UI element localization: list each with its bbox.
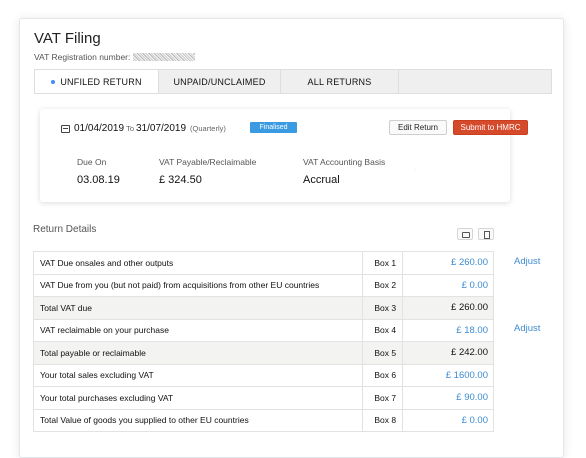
period-end: 31/07/2019 (135, 123, 187, 134)
table-row: VAT Due from you (but not paid) from acq… (32, 273, 494, 297)
due-on-value: 03.08.19 (77, 174, 120, 186)
table-row-total: Total payable or reclaimable Box 5 £ 242… (32, 341, 494, 365)
tab-unfiled-return[interactable]: UNFILED RETURN (35, 70, 159, 93)
row-description: VAT Due onsales and other outputs (32, 251, 364, 275)
accounting-basis-value: Accrual (303, 174, 340, 186)
page-title: VAT Filing (34, 30, 101, 47)
row-amount: £ 260.00 (402, 296, 494, 320)
row-description: VAT reclaimable on your purchase (32, 318, 364, 342)
row-box: Box 8 (362, 408, 404, 432)
tab-all-returns[interactable]: ALL RETURNS (281, 70, 399, 93)
period-to-label: To (126, 124, 134, 133)
table-row: Total Value of goods you supplied to oth… (32, 408, 494, 432)
row-box: Box 4 (362, 318, 404, 342)
vat-payable-value: £ 324.50 (159, 174, 202, 186)
return-period: 01/04/2019 To 31/07/2019 (Quarterly) (74, 123, 226, 134)
row-amount-link[interactable]: £ 1600.00 (402, 363, 494, 387)
row-box: Box 2 (362, 273, 404, 297)
row-box: Box 7 (362, 386, 404, 410)
row-box: Box 6 (362, 363, 404, 387)
table-row-total: Total VAT due Box 3 £ 260.00 (32, 296, 494, 320)
period-type: (Quarterly) (190, 124, 226, 133)
redacted-registration-value (133, 53, 196, 61)
table-row: Your total sales excluding VAT Box 6 £ 1… (32, 363, 494, 387)
calendar-icon (61, 125, 70, 133)
adjust-link-box4[interactable]: Adjust (514, 323, 540, 334)
row-description: VAT Due from you (but not paid) from acq… (32, 273, 364, 297)
vat-registration-number: VAT Registration number: (34, 52, 196, 62)
tab-label: UNFILED RETURN (60, 76, 142, 87)
accounting-basis-label: VAT Accounting Basis (303, 157, 386, 167)
vat-payable-label: VAT Payable/Reclaimable (159, 157, 257, 167)
row-box: Box 5 (362, 341, 404, 365)
registration-label: VAT Registration number: (34, 52, 131, 62)
return-summary-card: 01/04/2019 To 31/07/2019 (Quarterly) Finali… (40, 109, 528, 202)
adjust-link-box1[interactable]: Adjust (514, 256, 540, 267)
table-row: VAT Due onsales and other outputs Box 1 … (32, 251, 494, 275)
tab-label: ALL RETURNS (307, 76, 372, 87)
table-row: VAT reclaimable on your purchase Box 4 £… (32, 318, 494, 342)
status-badge: Finalised (250, 122, 297, 133)
faint-mark: · (414, 167, 416, 173)
row-amount-link[interactable]: £ 260.00 (402, 251, 494, 275)
edit-return-button[interactable]: Edit Return (389, 120, 447, 135)
row-amount-link[interactable]: £ 0.00 (402, 273, 494, 297)
active-dot-icon (51, 79, 56, 84)
return-tabs: UNFILED RETURN UNPAID/UNCLAIMED ALL RETU… (34, 69, 552, 94)
print-icon[interactable] (457, 228, 473, 240)
row-description: Total payable or reclaimable (32, 341, 364, 365)
due-on-label: Due On (77, 157, 107, 167)
pdf-icon[interactable] (478, 228, 494, 240)
row-amount-link[interactable]: £ 0.00 (402, 408, 494, 432)
period-start: 01/04/2019 (74, 123, 125, 134)
row-amount-link[interactable]: £ 90.00 (402, 386, 494, 410)
row-box: Box 1 (362, 251, 404, 275)
vat-filing-panel: VAT Filing VAT Registration number: UNFI… (19, 18, 564, 458)
return-details-table: VAT Due onsales and other outputs Box 1 … (32, 251, 494, 432)
row-amount-link[interactable]: £ 18.00 (402, 318, 494, 342)
submit-to-hmrc-button[interactable]: Submit to HMRC (453, 120, 528, 135)
tab-unpaid-unclaimed[interactable]: UNPAID/UNCLAIMED (159, 70, 281, 93)
row-description: Your total purchases excluding VAT (32, 386, 364, 410)
row-description: Total VAT due (32, 296, 364, 320)
table-row: Your total purchases excluding VAT Box 7… (32, 386, 494, 410)
row-amount: £ 242.00 (402, 341, 494, 365)
row-description: Total Value of goods you supplied to oth… (32, 408, 364, 432)
return-details-title: Return Details (33, 224, 97, 235)
tab-label: UNPAID/UNCLAIMED (173, 76, 266, 87)
row-box: Box 3 (362, 296, 404, 320)
row-description: Your total sales excluding VAT (32, 363, 364, 387)
